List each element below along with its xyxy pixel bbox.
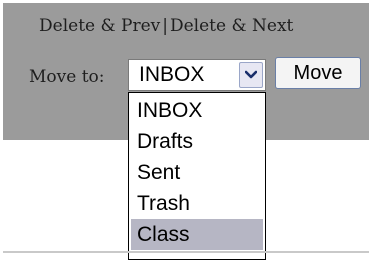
divider bbox=[3, 251, 369, 253]
dropdown-option-trash[interactable]: Trash bbox=[131, 188, 263, 219]
move-folder-select[interactable]: INBOX bbox=[128, 59, 266, 91]
move-to-label: Move to: bbox=[29, 67, 105, 87]
app-root: Delete & Prev | Delete & Next Move to: INB… bbox=[0, 0, 372, 265]
folder-dropdown-list: INBOX Drafts Sent Trash Class bbox=[128, 92, 266, 260]
dropdown-option-class[interactable]: Class bbox=[131, 219, 263, 250]
delete-prev-link[interactable]: Delete & Prev bbox=[39, 16, 160, 36]
link-separator: | bbox=[162, 16, 168, 36]
dropdown-option-sent[interactable]: Sent bbox=[131, 157, 263, 188]
move-folder-selected-value: INBOX bbox=[139, 63, 205, 86]
action-links: Delete & Prev | Delete & Next bbox=[39, 15, 293, 39]
dropdown-arrow-button[interactable] bbox=[239, 62, 263, 88]
move-button[interactable]: Move bbox=[275, 57, 361, 89]
chevron-down-icon bbox=[245, 70, 257, 79]
dropdown-option-drafts[interactable]: Drafts bbox=[131, 126, 263, 157]
dropdown-option-inbox[interactable]: INBOX bbox=[131, 95, 263, 126]
delete-next-link[interactable]: Delete & Next bbox=[170, 16, 293, 36]
